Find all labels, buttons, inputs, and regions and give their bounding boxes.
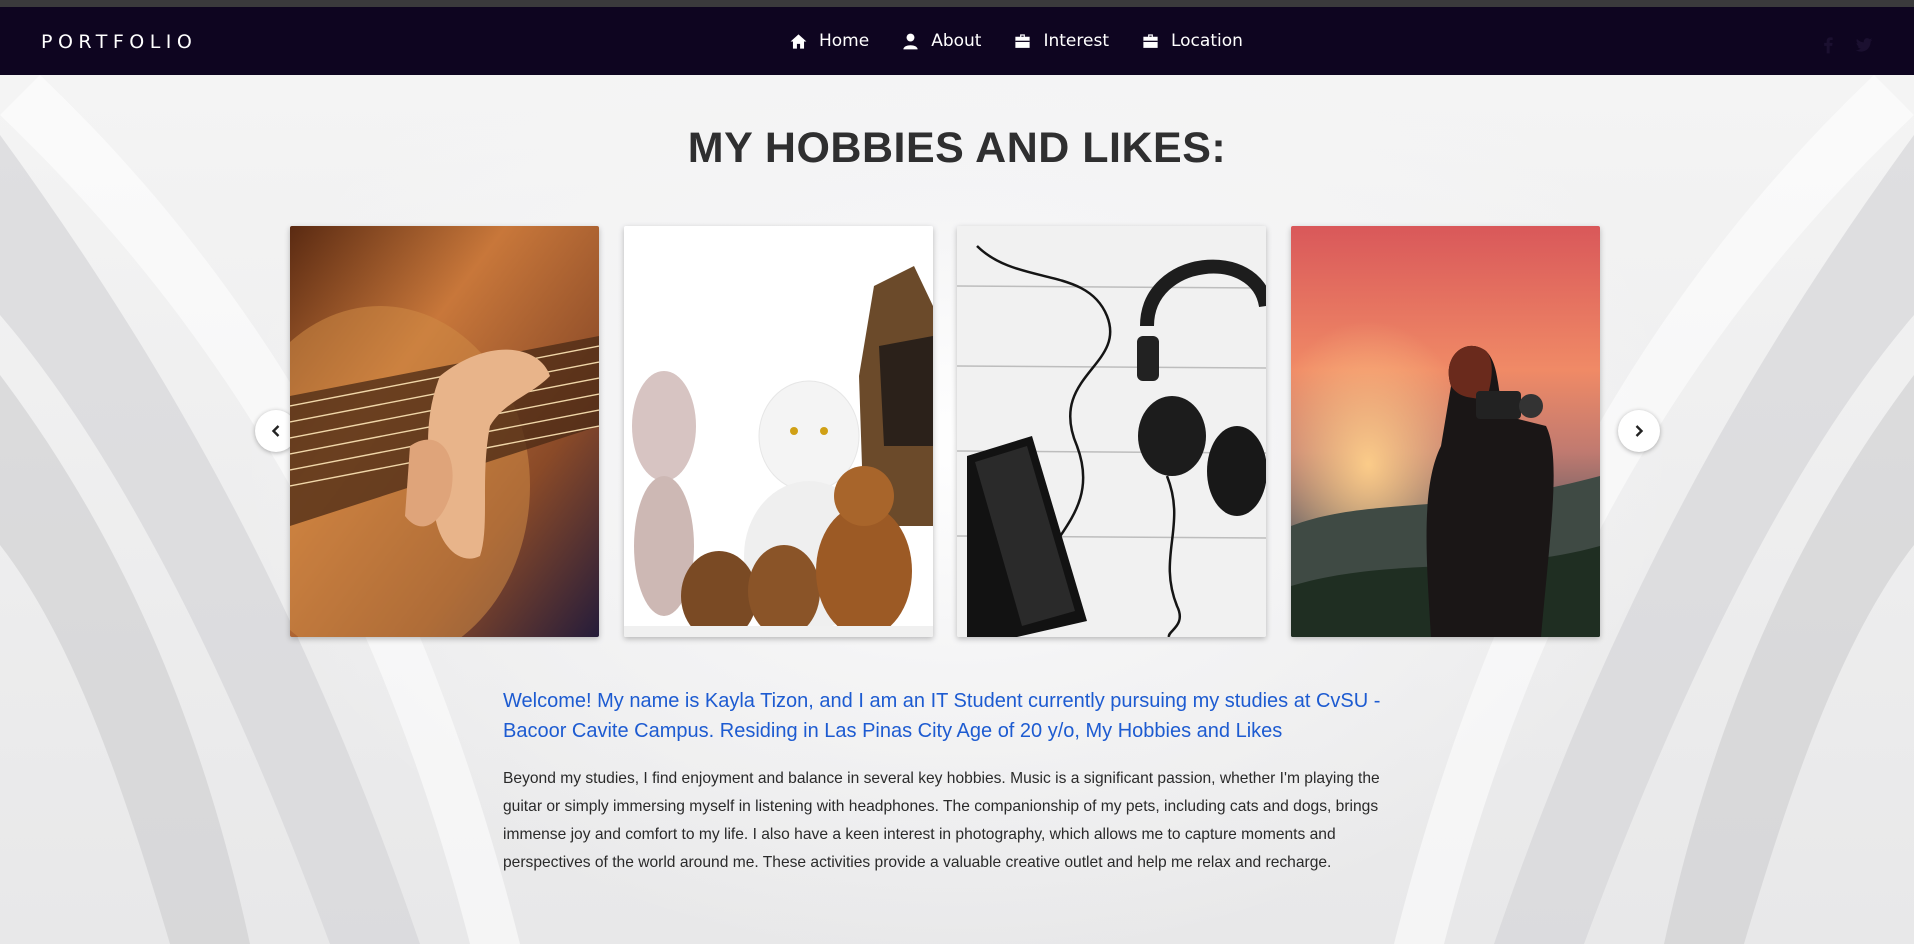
intro-text: Welcome! My name is Kayla Tizon, and I a… — [503, 690, 1381, 742]
facebook-icon[interactable] — [1818, 35, 1838, 55]
headphones-image — [957, 226, 1266, 637]
navbar: PORTFOLIO Home About Interest Location — [0, 7, 1914, 75]
nav-links: Home About Interest Location — [789, 29, 1275, 53]
chevron-left-icon — [271, 425, 280, 437]
pets-image — [624, 226, 933, 637]
chevron-right-icon — [1635, 425, 1644, 437]
brand-logo[interactable]: PORTFOLIO — [41, 31, 197, 53]
guitar-image — [290, 226, 599, 637]
nav-location-label: Location — [1170, 31, 1243, 51]
home-icon — [790, 33, 807, 49]
nav-home[interactable]: Home — [789, 29, 869, 53]
briefcase-icon — [1143, 33, 1158, 48]
nav-location[interactable]: Location — [1141, 29, 1243, 53]
nav-about[interactable]: About — [901, 29, 981, 53]
twitter-icon[interactable] — [1854, 35, 1874, 55]
carousel-next-button[interactable] — [1618, 410, 1660, 452]
photography-image — [1291, 226, 1600, 637]
hobbies-section: MY HOBBIES AND LIKES: Welcome! My name i… — [0, 75, 1914, 944]
window-top-strip — [0, 0, 1914, 7]
user-icon — [903, 33, 918, 49]
description-text: Beyond my studies, I find enjoyment and … — [503, 770, 1380, 871]
nav-interest-label: Interest — [1043, 31, 1109, 51]
briefcase-icon — [1015, 33, 1031, 48]
page-title: MY HOBBIES AND LIKES: — [687, 124, 1227, 172]
nav-interest[interactable]: Interest — [1013, 29, 1109, 53]
social-links — [1818, 35, 1890, 55]
nav-about-label: About — [931, 31, 982, 51]
nav-home-label: Home — [819, 31, 870, 51]
